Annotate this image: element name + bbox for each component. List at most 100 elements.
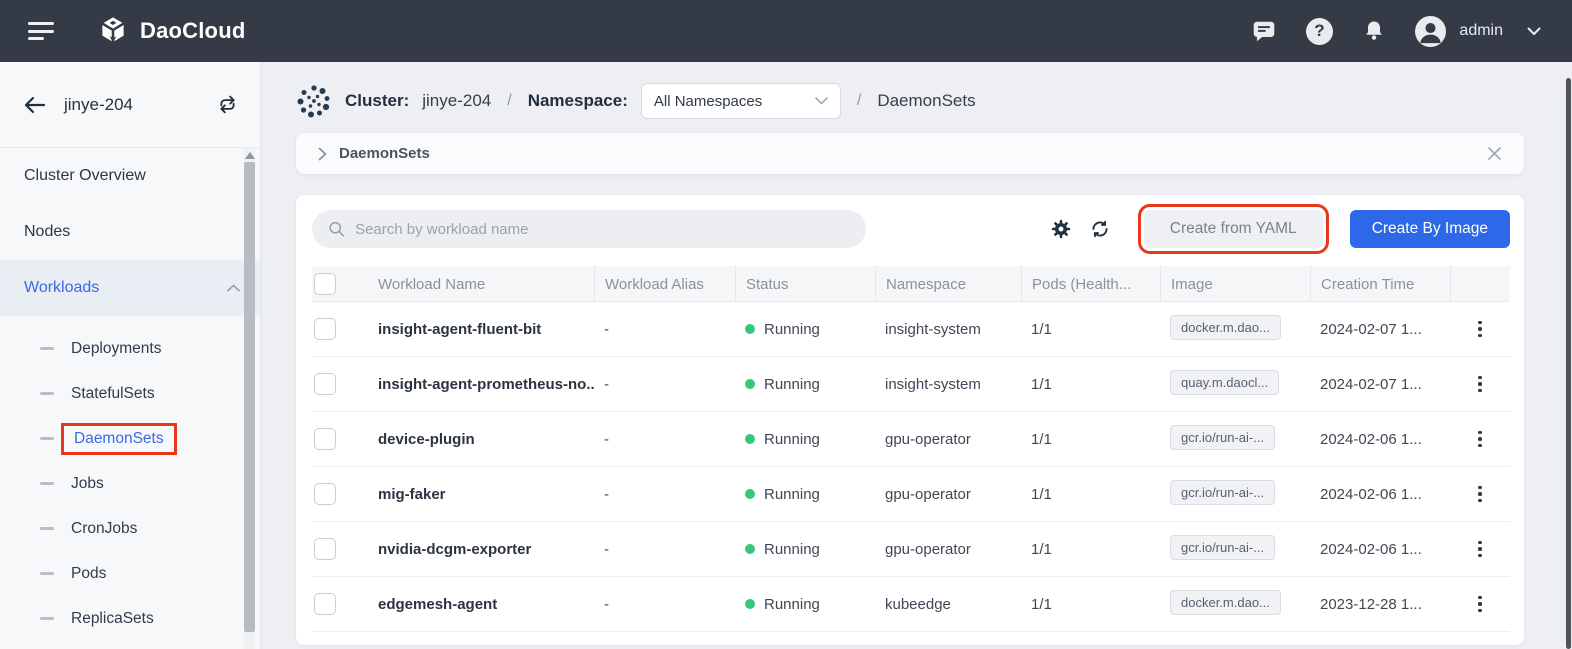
workload-name-cell[interactable]: insight-agent-fluent-bit (345, 321, 594, 338)
main-content: Cluster: jinye-204 / Namespace: All Name… (260, 62, 1572, 649)
namespace-cell: kubeedge (875, 596, 1021, 613)
scroll-up-arrow-icon[interactable] (245, 152, 255, 159)
image-cell: gcr.io/run-ai-... (1160, 535, 1310, 564)
sidebar-item-cluster-overview[interactable]: Cluster Overview (0, 148, 260, 204)
main-scrollbar-thumb[interactable] (1566, 78, 1571, 649)
creation-time-cell: 2024-02-06 1... (1310, 541, 1450, 558)
sidebar-item-label: Workloads (24, 279, 99, 297)
image-cell: docker.m.dao... (1160, 590, 1310, 619)
status-text: Running (764, 486, 820, 503)
creation-time-cell: 2024-02-07 1... (1310, 376, 1450, 393)
creation-time-cell: 2024-02-06 1... (1310, 486, 1450, 503)
workload-name-cell[interactable]: device-plugin (345, 431, 594, 448)
status-cell: Running (735, 321, 875, 338)
create-from-yaml-button[interactable]: Create from YAML (1144, 210, 1323, 248)
help-icon[interactable]: ? (1305, 17, 1333, 45)
sidebar-item-replicasets[interactable]: ReplicaSets (0, 596, 260, 641)
search-input[interactable] (355, 221, 850, 238)
workload-alias-cell: - (594, 596, 735, 613)
bell-icon[interactable] (1360, 17, 1388, 45)
pods-cell: 1/1 (1021, 431, 1160, 448)
pods-cell: 1/1 (1021, 596, 1160, 613)
creation-time-cell: 2024-02-07 1... (1310, 321, 1450, 338)
row-checkbox[interactable] (314, 538, 336, 560)
table-header-row: Workload Name Workload Alias Status Name… (312, 266, 1510, 302)
status-text: Running (764, 431, 820, 448)
dash-icon (40, 572, 54, 575)
row-checkbox[interactable] (314, 318, 336, 340)
close-icon[interactable] (1487, 146, 1502, 161)
image-chip[interactable]: gcr.io/run-ai-... (1170, 480, 1275, 505)
sidebar-item-cronjobs[interactable]: CronJobs (0, 506, 260, 551)
row-actions-kebab-icon[interactable] (1470, 537, 1490, 562)
image-chip[interactable]: quay.m.daocl... (1170, 370, 1279, 395)
status-running-dot (745, 434, 755, 444)
breadcrumb: DaemonSets (296, 133, 1524, 174)
refresh-icon[interactable] (1088, 217, 1112, 241)
row-actions-kebab-icon[interactable] (1470, 317, 1490, 342)
dash-icon (40, 527, 54, 530)
col-status: Status (735, 266, 875, 302)
daocloud-logo-icon (96, 14, 130, 48)
table-row: insight-agent-fluent-bit - Running insig… (312, 302, 1510, 357)
namespace-select[interactable]: All Namespaces (641, 83, 841, 119)
chevron-right-icon (318, 147, 327, 161)
sidebar: jinye-204 Cluster OverviewNodesWorkloads… (0, 62, 260, 649)
row-checkbox[interactable] (314, 483, 336, 505)
status-cell: Running (735, 596, 875, 613)
settings-gear-icon[interactable] (1049, 217, 1073, 241)
sidebar-item-nodes[interactable]: Nodes (0, 204, 260, 260)
cluster-dots-icon (296, 83, 332, 119)
page-title: DaemonSets (877, 91, 975, 111)
workload-table-card: Create from YAML Create By Image Workloa… (296, 195, 1524, 645)
sidebar-scrollbar[interactable] (244, 148, 255, 649)
row-checkbox[interactable] (314, 373, 336, 395)
user-avatar[interactable] (1415, 16, 1446, 47)
table-row: insight-agent-prometheus-no... - Running… (312, 357, 1510, 412)
switch-cluster-icon[interactable] (217, 94, 238, 115)
separator: / (504, 92, 514, 110)
sidebar-item-label: Jobs (71, 475, 104, 493)
back-arrow-icon[interactable] (24, 96, 46, 114)
workload-name-cell[interactable]: mig-faker (345, 486, 594, 503)
namespace-cell: insight-system (875, 321, 1021, 338)
username[interactable]: admin (1459, 22, 1503, 40)
image-chip[interactable]: gcr.io/run-ai-... (1170, 425, 1275, 450)
image-cell: gcr.io/run-ai-... (1160, 480, 1310, 509)
namespace-label: Namespace: (528, 91, 628, 111)
page-header: Cluster: jinye-204 / Namespace: All Name… (296, 81, 1524, 121)
image-chip[interactable]: docker.m.dao... (1170, 315, 1281, 340)
sidebar-item-statefulsets[interactable]: StatefulSets (0, 371, 260, 416)
workload-name-cell[interactable]: nvidia-dcgm-exporter (345, 541, 594, 558)
row-actions-kebab-icon[interactable] (1470, 592, 1490, 617)
table-row: device-plugin - Running gpu-operator 1/1… (312, 412, 1510, 467)
row-actions-kebab-icon[interactable] (1470, 482, 1490, 507)
workload-name-cell[interactable]: insight-agent-prometheus-no... (345, 376, 594, 393)
sidebar-item-deployments[interactable]: Deployments (0, 326, 260, 371)
search-box[interactable] (312, 210, 866, 248)
col-actions (1450, 266, 1510, 302)
select-all-checkbox[interactable] (314, 273, 336, 295)
col-image: Image (1160, 266, 1310, 302)
chat-icon[interactable] (1250, 17, 1278, 45)
table-row: nvidia-dcgm-exporter - Running gpu-opera… (312, 522, 1510, 577)
image-chip[interactable]: gcr.io/run-ai-... (1170, 535, 1275, 560)
chevron-up-icon (227, 284, 240, 292)
row-actions-kebab-icon[interactable] (1470, 427, 1490, 452)
sidebar-menu: Cluster OverviewNodes Workloads Deployment… (0, 148, 260, 641)
sidebar-item-jobs[interactable]: Jobs (0, 461, 260, 506)
image-chip[interactable]: docker.m.dao... (1170, 590, 1281, 615)
status-text: Running (764, 376, 820, 393)
row-checkbox[interactable] (314, 428, 336, 450)
separator: / (854, 92, 864, 110)
sidebar-item-daemonsets[interactable]: DaemonSets (0, 416, 260, 461)
row-actions-kebab-icon[interactable] (1470, 372, 1490, 397)
sidebar-item-pods[interactable]: Pods (0, 551, 260, 596)
workload-name-cell[interactable]: edgemesh-agent (345, 596, 594, 613)
sidebar-scrollbar-thumb[interactable] (244, 162, 255, 632)
row-checkbox[interactable] (314, 593, 336, 615)
sidebar-item-workloads[interactable]: Workloads (0, 260, 260, 316)
chevron-down-icon[interactable] (1520, 17, 1548, 45)
menu-icon[interactable] (28, 22, 54, 40)
create-by-image-button[interactable]: Create By Image (1350, 210, 1510, 248)
